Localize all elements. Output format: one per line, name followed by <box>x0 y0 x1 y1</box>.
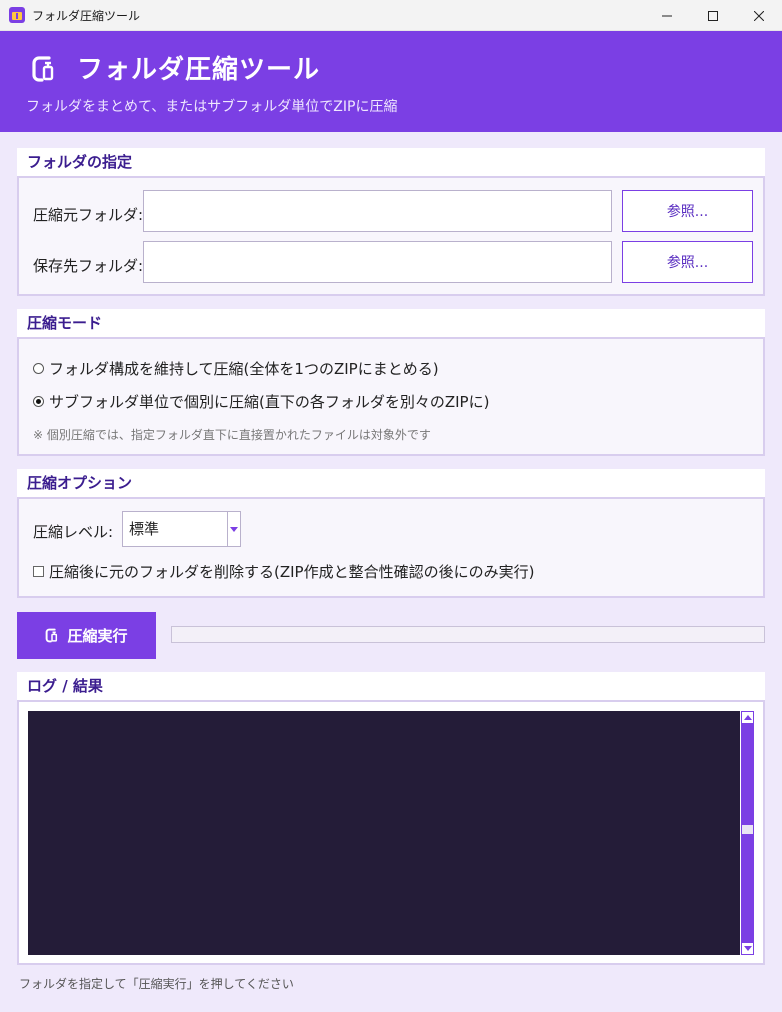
compression-level-value: 標準 <box>129 520 160 538</box>
log-output[interactable] <box>28 711 740 955</box>
mode-panel: フォルダ構成を維持して圧縮(全体を1つのZIPにまとめる) サブフォルダ単位で個… <box>17 337 765 456</box>
radio-checked-icon[interactable] <box>33 396 44 407</box>
options-section-title: 圧縮オプション <box>17 469 765 497</box>
run-compress-button[interactable]: 圧縮実行 <box>17 612 156 659</box>
source-folder-input[interactable] <box>143 190 612 232</box>
delete-after-label: 圧縮後に元のフォルダを削除する(ZIP作成と整合性確認の後にのみ実行) <box>49 563 535 581</box>
run-compress-label: 圧縮実行 <box>67 627 128 645</box>
archive-icon <box>9 7 25 23</box>
mode-note: ※ 個別圧縮では、指定フォルダ直下に直接置かれたファイルは対象外です <box>33 428 431 442</box>
mode-option-keep-structure[interactable]: フォルダ構成を維持して圧縮(全体を1つのZIPにまとめる) <box>33 358 439 379</box>
log-panel <box>17 700 765 965</box>
folder-section-title: フォルダの指定 <box>17 148 765 176</box>
folder-panel: 圧縮元フォルダ: 参照... 保存先フォルダ: 参照... <box>17 176 765 296</box>
maximize-icon <box>708 10 718 21</box>
app-subtitle: フォルダをまとめて、またはサブフォルダ単位でZIPに圧縮 <box>26 99 398 115</box>
mode-option-label: フォルダ構成を維持して圧縮(全体を1つのZIPにまとめる) <box>49 360 439 378</box>
delete-after-option[interactable]: 圧縮後に元のフォルダを削除する(ZIP作成と整合性確認の後にのみ実行) <box>33 561 534 582</box>
compress-clamp-icon <box>32 56 54 82</box>
checkbox-icon[interactable] <box>33 566 44 577</box>
minimize-icon <box>662 15 672 16</box>
compress-clamp-icon <box>46 628 58 643</box>
scroll-up-icon[interactable] <box>741 711 754 724</box>
window-title: フォルダ圧縮ツール <box>32 8 141 23</box>
close-icon <box>754 10 764 21</box>
log-scrollbar[interactable] <box>741 711 754 955</box>
app-header: フォルダ圧縮ツール フォルダをまとめて、またはサブフォルダ単位でZIPに圧縮 <box>0 31 782 132</box>
window-controls <box>644 0 782 31</box>
compression-level-select[interactable]: 標準 <box>122 511 241 547</box>
app-title: フォルダ圧縮ツール <box>77 55 321 85</box>
scrollbar-thumb[interactable] <box>742 825 753 834</box>
dest-folder-label: 保存先フォルダ: <box>33 257 144 275</box>
mode-section-title: 圧縮モード <box>17 309 765 337</box>
minimize-button[interactable] <box>644 0 690 31</box>
source-folder-label: 圧縮元フォルダ: <box>33 206 144 224</box>
options-panel: 圧縮レベル: 標準 圧縮後に元のフォルダを削除する(ZIP作成と整合性確認の後に… <box>17 497 765 598</box>
scroll-down-icon[interactable] <box>741 942 754 955</box>
main-content: フォルダの指定 圧縮元フォルダ: 参照... 保存先フォルダ: 参照... 圧縮… <box>0 132 782 1012</box>
chevron-down-icon[interactable] <box>227 511 241 547</box>
source-browse-button[interactable]: 参照... <box>622 190 753 232</box>
dest-browse-button[interactable]: 参照... <box>622 241 753 283</box>
radio-icon[interactable] <box>33 363 44 374</box>
mode-option-label: サブフォルダ単位で個別に圧縮(直下の各フォルダを別々のZIPに) <box>49 393 490 411</box>
level-label: 圧縮レベル: <box>33 523 114 541</box>
status-text: フォルダを指定して「圧縮実行」を押してください <box>19 977 294 991</box>
close-button[interactable] <box>736 0 782 31</box>
maximize-button[interactable] <box>690 0 736 31</box>
log-section-title: ログ / 結果 <box>17 672 765 700</box>
dest-folder-input[interactable] <box>143 241 612 283</box>
mode-option-per-subfolder[interactable]: サブフォルダ単位で個別に圧縮(直下の各フォルダを別々のZIPに) <box>33 391 489 412</box>
progress-bar <box>171 626 765 643</box>
title-bar: フォルダ圧縮ツール <box>0 0 782 31</box>
